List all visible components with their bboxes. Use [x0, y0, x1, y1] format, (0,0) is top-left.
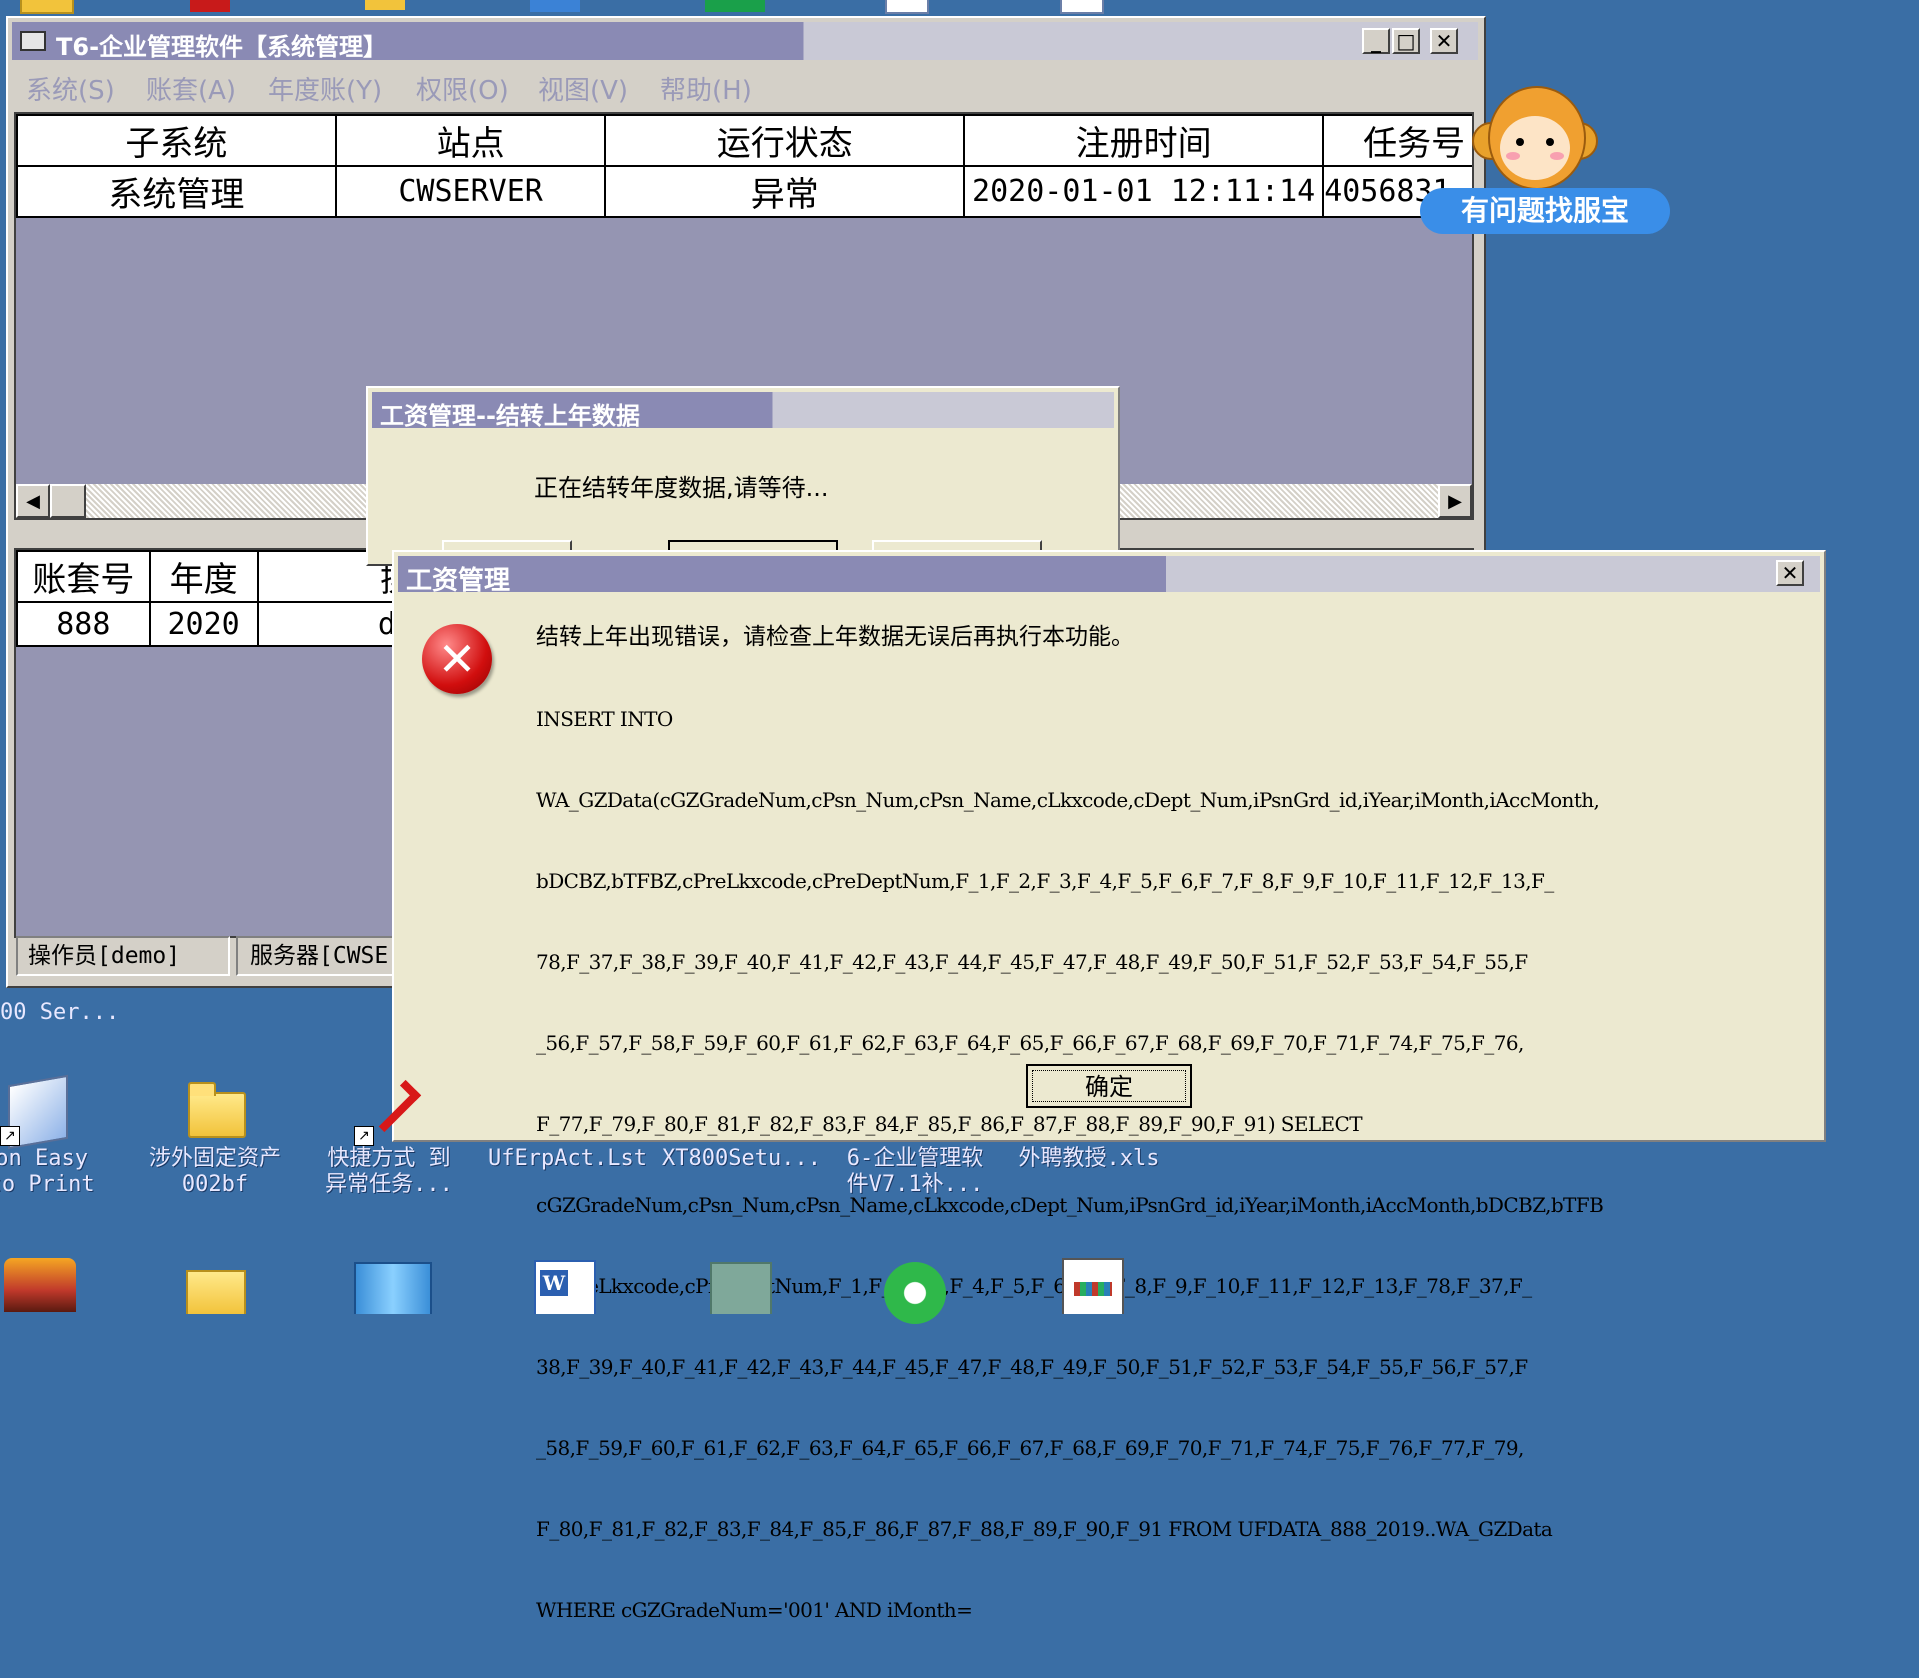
progress-dialog[interactable]: 工资管理--结转上年数据 正在结转年度数据,请等待... — [366, 386, 1120, 570]
green-refresh-icon[interactable] — [884, 1262, 946, 1324]
sql-line: WA_GZData(cGZGradeNum,cPsn_Num,cPsn_Name… — [536, 788, 1600, 812]
table-row[interactable]: 888 2020 de — [16, 601, 437, 647]
desktop-icon-uferpact[interactable]: UfErpAct.Lst — [488, 1076, 647, 1172]
folder-icon — [180, 1076, 250, 1146]
desktop-icon-professors-xls[interactable]: 外聘教授.xls — [1014, 1076, 1164, 1172]
desktop-icon-label: oto Print — [0, 1172, 95, 1197]
desktop-icon-epson[interactable]: ↗ son Easy oto Print — [0, 1074, 110, 1198]
error-icon: ✕ — [422, 624, 492, 694]
desktop-icon-label: 异常任务... — [325, 1172, 453, 1197]
epson-print-icon: ↗ — [0, 1074, 70, 1150]
status-server-text: 服务器[CWSE — [250, 943, 389, 969]
column-header[interactable]: 运行状态 — [604, 114, 966, 167]
error-dialog[interactable]: 工资管理 ✕ ✕ 结转上年出现错误，请检查上年数据无误后再执行本功能。 INSE… — [392, 550, 1826, 1622]
desktop-icon-label: 快捷方式 到 — [327, 1146, 451, 1171]
game-app-icon[interactable] — [4, 1258, 76, 1312]
menu-view[interactable]: 视图(V) — [538, 70, 628, 107]
sql-line: 38,F_39,F_40,F_41,F_42,F_43,F_44,F_45,F_… — [536, 1355, 1528, 1379]
minimize-button[interactable]: _ — [1362, 28, 1390, 54]
sql-line: _56,F_57,F_58,F_59,F_60,F_61,F_62,F_63,F… — [536, 1031, 1524, 1055]
sql-line: bDCBZ,bTFBZ,cPreLkxcode,cPreDeptNum,F_1,… — [536, 869, 1554, 893]
desktop-icon-xt800[interactable]: XT800Setu... — [662, 1076, 821, 1172]
table-cell: 异常 — [604, 165, 966, 218]
document-icon[interactable] — [1062, 1258, 1124, 1314]
desktop-icon-label: 涉外固定资产 — [148, 1146, 281, 1171]
menu-help[interactable]: 帮助(H) — [660, 70, 752, 107]
table-cell: 2020-01-01 12:11:14 — [963, 165, 1325, 218]
excel-icon — [1054, 1076, 1124, 1146]
scroll-thumb[interactable] — [50, 484, 86, 518]
error-dialog-title: 工资管理 — [406, 566, 511, 596]
shortcut-icon: ↗ — [354, 1076, 424, 1146]
desktop-top-icons — [0, 0, 1200, 14]
app-window-icon — [20, 31, 46, 51]
desktop-icon-label-partial[interactable]: 00 Ser... — [0, 1000, 119, 1025]
table-cell: 2020 — [148, 601, 259, 647]
mascot-widget[interactable]: 有问题找服宝 — [1420, 86, 1670, 236]
document-icon[interactable] — [1060, 0, 1104, 14]
sql-line: _58,F_59,F_60,F_61,F_62,F_63,F_64,F_65,F… — [536, 1436, 1524, 1460]
column-header[interactable]: 注册时间 — [963, 114, 1325, 167]
sql-line: 78,F_37,F_38,F_39,F_40,F_41,F_42,F_43,F_… — [536, 950, 1528, 974]
table-row[interactable]: 系统管理 CWSERVER 异常 2020-01-01 12:11:14 405… — [16, 165, 1472, 218]
scroll-left-button[interactable]: ◀ — [16, 484, 50, 518]
progress-dialog-titlebar[interactable]: 工资管理--结转上年数据 — [372, 392, 1114, 430]
app-icon[interactable] — [190, 0, 230, 12]
menu-year-account[interactable]: 年度账(Y) — [268, 70, 382, 107]
book-icon[interactable] — [530, 0, 580, 12]
sql-line: cGZGradeNum,cPsn_Num,cPsn_Name,cLkxcode,… — [536, 1193, 1604, 1217]
main-window-title: T6-企业管理软件【系统管理】 — [56, 33, 388, 61]
column-header[interactable]: 年度 — [148, 550, 259, 603]
mascot-bubble-text: 有问题找服宝 — [1460, 194, 1629, 227]
desktop-icon-foreign-assets[interactable]: 涉外固定资产 002bf — [140, 1076, 290, 1198]
subsystem-table[interactable]: 子系统 站点 运行状态 注册时间 任务号 系统管理 CWSERVER 异常 20… — [16, 114, 1472, 218]
mascot-help-bubble[interactable]: 有问题找服宝 — [1420, 188, 1670, 234]
menu-account[interactable]: 账套(A) — [146, 70, 236, 107]
zip-archive-icon[interactable] — [354, 1262, 432, 1314]
wps-document-icon[interactable] — [710, 1262, 772, 1314]
folder-icon[interactable] — [186, 1270, 246, 1314]
desktop-icon-label: XT800Setu... — [662, 1146, 821, 1171]
table-header-row: 子系统 站点 运行状态 注册时间 任务号 — [16, 114, 1472, 167]
table-cell: 888 — [16, 601, 151, 647]
close-button[interactable]: ✕ — [1430, 28, 1458, 54]
folder-icon — [880, 1076, 950, 1146]
folder-icon[interactable] — [365, 0, 405, 10]
progress-dialog-title: 工资管理--结转上年数据 — [380, 402, 640, 430]
menu-system[interactable]: 系统(S) — [26, 70, 115, 107]
desktop-icon-t6-patch[interactable]: 6-企业管理软 件V7.1补... — [840, 1076, 990, 1198]
green-package-icon[interactable] — [705, 0, 765, 12]
word-document-icon[interactable]: W — [534, 1260, 596, 1314]
column-header[interactable]: 账套号 — [16, 550, 151, 603]
monkey-mascot-icon[interactable] — [1472, 86, 1598, 190]
scroll-right-button[interactable]: ▶ — [1438, 484, 1472, 518]
setup-icon — [702, 1076, 772, 1146]
table-cell: 系统管理 — [16, 165, 337, 218]
error-heading: 结转上年出现错误，请检查上年数据无误后再执行本功能。 — [536, 624, 1134, 650]
desktop-icon-label: UfErpAct.Lst — [488, 1146, 647, 1171]
folder-icon[interactable] — [20, 0, 74, 14]
column-header[interactable]: 站点 — [334, 114, 607, 167]
main-window-titlebar[interactable]: T6-企业管理软件【系统管理】 _ □ ✕ — [12, 22, 1478, 61]
status-operator: 操作员[demo] — [16, 936, 230, 976]
error-dialog-titlebar[interactable]: 工资管理 ✕ — [398, 556, 1820, 596]
sql-line: WHERE cGZGradeNum='001' AND iMonth= — [536, 1598, 973, 1622]
table-cell: CWSERVER — [334, 165, 607, 218]
maximize-button[interactable]: □ — [1392, 28, 1420, 54]
desktop-icon-shortcut-tasks[interactable]: ↗ 快捷方式 到 异常任务... — [314, 1076, 464, 1198]
sql-line: F_80,F_81,F_82,F_83,F_84,F_85,F_86,F_87,… — [536, 1517, 1553, 1541]
progress-message: 正在结转年度数据,请等待... — [534, 474, 829, 502]
menu-permission[interactable]: 权限(O) — [416, 70, 509, 107]
desktop-icon-label: 件V7.1补... — [846, 1172, 984, 1197]
close-button[interactable]: ✕ — [1776, 560, 1804, 586]
document-icon[interactable] — [885, 0, 929, 14]
status-operator-text: 操作员[demo] — [28, 943, 181, 969]
column-header[interactable]: 子系统 — [16, 114, 337, 167]
desktop-icon-label: son Easy — [0, 1146, 88, 1171]
desktop-icon-label: 6-企业管理软 — [846, 1146, 984, 1171]
file-icon — [528, 1076, 598, 1146]
desktop-icon-label: 外聘教授.xls — [1018, 1146, 1160, 1171]
sql-line: INSERT INTO — [536, 707, 673, 731]
desktop-icon-label: 002bf — [181, 1172, 249, 1197]
